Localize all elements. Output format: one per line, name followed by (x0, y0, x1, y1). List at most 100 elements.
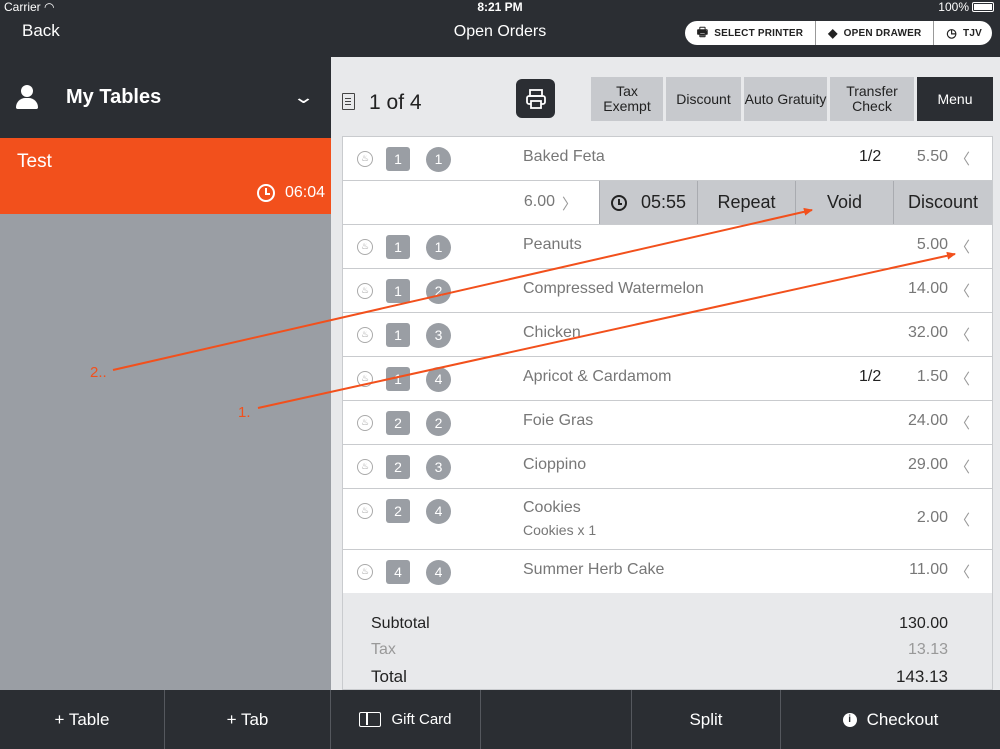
checkout-button[interactable]: i Checkout (781, 690, 1000, 749)
chevron-left-icon[interactable]: 〈 (955, 509, 970, 530)
top-bar: Carrier ◠ 8:21 PM 100% Back Open Orders … (0, 0, 1000, 57)
status-time: 8:21 PM (477, 0, 523, 14)
tables-sidebar: My Tables ⌄ Test 06:04 (0, 57, 331, 690)
void-button[interactable]: Void (795, 181, 893, 224)
top-actions: 🖶 SELECT PRINTER ◆ OPEN DRAWER ◷ TJV (684, 21, 992, 45)
fire-icon[interactable]: ♨ (357, 371, 373, 387)
item-modifier: Cookies x 1 (523, 522, 597, 538)
fire-icon[interactable]: ♨ (357, 459, 373, 475)
fire-icon[interactable]: ♨ (357, 239, 373, 255)
item-fraction: 1/2 (859, 368, 882, 385)
item-action-row: 6.00 〉 05:55 Repeat Void Discount (343, 181, 992, 225)
course-badge: 4 (426, 560, 451, 585)
repeat-button[interactable]: Repeat (697, 181, 795, 224)
item-action-price[interactable]: 6.00 〉 (343, 181, 599, 224)
item-price: 24.00 (907, 412, 948, 429)
item-price: 5.00 (916, 236, 948, 253)
chevron-left-icon[interactable]: 〈 (955, 236, 970, 257)
annotation-label-2: 2.. (90, 364, 107, 381)
seat-badge: 1 (386, 323, 410, 347)
clock-icon: ◷ (946, 26, 958, 40)
course-badge: 1 (426, 147, 451, 172)
printer-icon: 🖶 (696, 24, 709, 39)
seat-badge: 1 (386, 367, 410, 391)
gift-card-button[interactable]: Gift Card (331, 690, 481, 749)
seat-badge: 2 (386, 455, 410, 479)
course-badge: 4 (426, 499, 451, 524)
order-item-row[interactable]: ♨ 2 3 Cioppino 29.00 〈 (343, 445, 992, 489)
chevron-left-icon[interactable]: 〈 (955, 280, 970, 301)
info-icon: i (842, 712, 857, 727)
chevron-left-icon[interactable]: 〈 (955, 324, 970, 345)
open-drawer-button[interactable]: ◆ OPEN DRAWER (816, 21, 935, 45)
chevron-left-icon[interactable]: 〈 (955, 412, 970, 433)
order-item-row[interactable]: ♨ 1 4 Apricot & Cardamom 1/2 1.50 〈 (343, 357, 992, 401)
item-name: Foie Gras (523, 412, 594, 429)
item-timer: 05:55 (599, 181, 697, 224)
item-name: Summer Herb Cake (523, 561, 665, 578)
order-item-row[interactable]: ♨ 1 2 Compressed Watermelon 14.00 〈 (343, 269, 992, 313)
order-item-row[interactable]: ♨ 1 3 Chicken 32.00 〈 (343, 313, 992, 357)
table-card[interactable]: Test 06:04 (0, 138, 331, 214)
order-item-row[interactable]: ♨ 4 4 Summer Herb Cake 11.00 〈 (343, 550, 992, 594)
select-printer-button[interactable]: 🖶 SELECT PRINTER (685, 21, 817, 45)
bottom-toolbar: + Table + Tab Gift Card Split i Checkout (0, 690, 1000, 749)
course-badge: 2 (426, 279, 451, 304)
user-clock-button[interactable]: ◷ TJV (934, 21, 992, 45)
fire-icon[interactable]: ♨ (357, 327, 373, 343)
course-badge: 2 (426, 411, 451, 436)
fire-icon[interactable]: ♨ (357, 564, 373, 580)
chevron-down-icon[interactable]: ⌄ (292, 87, 315, 108)
course-badge: 4 (426, 367, 451, 392)
order-item-row[interactable]: ♨ 2 4 Cookies Cookies x 1 2.00 〈 (343, 489, 992, 550)
sidebar-title: My Tables (66, 86, 162, 108)
empty-button-slot (481, 690, 632, 749)
item-name: Chicken (523, 324, 581, 341)
item-price: 32.00 (907, 324, 948, 341)
fire-icon[interactable]: ♨ (357, 503, 373, 519)
item-name: Apricot & Cardamom (523, 368, 672, 385)
seat-badge: 1 (386, 279, 410, 303)
chevron-left-icon[interactable]: 〈 (955, 456, 970, 477)
my-tables-header[interactable]: My Tables ⌄ (0, 57, 331, 138)
clock-icon (256, 184, 275, 202)
item-name: Peanuts (523, 236, 582, 253)
tax-label: Tax (371, 641, 396, 658)
total-value: 143.13 (896, 667, 948, 686)
add-table-button[interactable]: + Table (0, 690, 165, 749)
drawer-icon: ◆ (828, 26, 838, 40)
course-badge: 1 (426, 235, 451, 260)
chevron-left-icon[interactable]: 〈 (955, 561, 970, 582)
battery-icon (972, 2, 994, 12)
tab-menu[interactable]: Menu (917, 77, 993, 121)
tab-discount[interactable]: Discount (666, 77, 741, 121)
table-name: Test (17, 151, 52, 172)
chevron-left-icon[interactable]: 〈 (955, 368, 970, 389)
item-discount-button[interactable]: Discount (893, 181, 992, 224)
item-price: 11.00 (909, 561, 948, 578)
chevron-left-icon[interactable]: 〈 (955, 148, 970, 169)
fire-icon[interactable]: ♨ (357, 283, 373, 299)
item-name: Cioppino (523, 456, 587, 473)
split-button[interactable]: Split (632, 690, 781, 749)
order-item-row[interactable]: ♨ 1 1 Baked Feta 1/2 5.50 〈 (343, 137, 992, 181)
seat-badge: 4 (386, 560, 410, 584)
subtotal-value: 130.00 (899, 615, 948, 632)
tab-tax-exempt[interactable]: Tax Exempt (591, 77, 663, 121)
add-tab-button[interactable]: + Tab (165, 690, 331, 749)
total-label: Total (371, 667, 407, 686)
order-item-row[interactable]: ♨ 1 1 Peanuts 5.00 〈 (343, 225, 992, 269)
fire-icon[interactable]: ♨ (357, 151, 373, 167)
tab-transfer-check[interactable]: Transfer Check (830, 77, 914, 121)
print-button[interactable] (516, 79, 555, 118)
fire-icon[interactable]: ♨ (357, 415, 373, 431)
chevron-right-icon: 〉 (561, 196, 577, 213)
item-fraction: 1/2 (859, 148, 882, 165)
seat-badge: 2 (386, 411, 410, 435)
table-timer: 06:04 (256, 184, 325, 202)
status-battery: 100% (938, 0, 994, 14)
item-price: 2.00 (916, 509, 948, 526)
subtotal-label: Subtotal (371, 615, 430, 632)
order-item-row[interactable]: ♨ 2 2 Foie Gras 24.00 〈 (343, 401, 992, 445)
tab-auto-gratuity[interactable]: Auto Gratuity (744, 77, 827, 121)
